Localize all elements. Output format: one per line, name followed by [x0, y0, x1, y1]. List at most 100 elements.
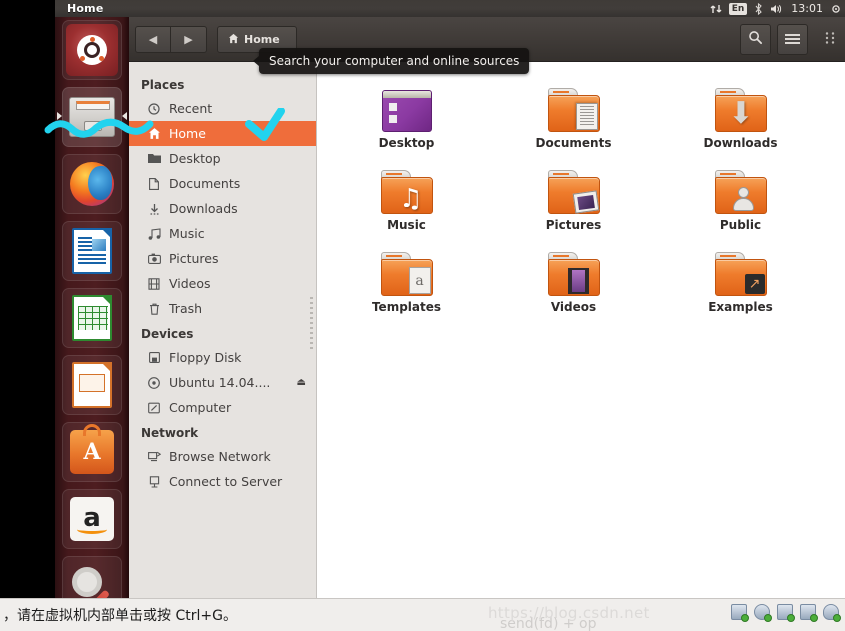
- launcher-item-firefox[interactable]: [62, 154, 122, 214]
- panel-indicator-area: En 13:01: [710, 0, 845, 17]
- main-menu-button[interactable]: [777, 24, 808, 55]
- bluetooth-icon[interactable]: [754, 2, 763, 15]
- network-icon: [147, 451, 161, 462]
- file-item-label: Desktop: [378, 136, 435, 150]
- navigation-button-group: ◀ ▶: [135, 26, 207, 53]
- file-item-label: Downloads: [703, 136, 778, 150]
- vmware-device-tray: [729, 602, 841, 622]
- toolbar-right-buttons: [734, 24, 845, 55]
- network-indicator-icon[interactable]: [710, 3, 722, 15]
- file-item-music[interactable]: ♫ Music: [329, 156, 484, 238]
- amazon-icon: a: [70, 497, 114, 541]
- clock-icon: [147, 102, 161, 115]
- camera-icon: [147, 253, 161, 264]
- folder-icon: [147, 153, 161, 164]
- search-tooltip: Search your computer and online sources: [252, 48, 530, 74]
- search-button[interactable]: [740, 24, 771, 55]
- volume-icon[interactable]: [770, 3, 784, 15]
- sidebar-item-label: Desktop: [169, 151, 221, 166]
- file-item-label: Music: [387, 218, 426, 232]
- file-item-public[interactable]: Public: [663, 156, 818, 238]
- printer-icon[interactable]: [798, 602, 818, 622]
- network-adapter-icon[interactable]: [729, 602, 749, 622]
- forward-button[interactable]: ▶: [171, 26, 207, 53]
- folder-examples-icon: ↗: [663, 246, 818, 296]
- sidebar-item-label: Pictures: [169, 251, 219, 266]
- back-button[interactable]: ◀: [135, 26, 171, 53]
- music-note-icon: [147, 227, 161, 240]
- document-icon: [147, 177, 161, 190]
- presentation-icon: [72, 362, 112, 408]
- sidebar-item-downloads[interactable]: Downloads: [129, 196, 316, 221]
- sidebar-item-label: Floppy Disk: [169, 350, 242, 365]
- sidebar-scrollbar[interactable]: [310, 297, 313, 349]
- file-item-documents[interactable]: Documents: [496, 74, 651, 156]
- sidebar-item-ubuntu-disc[interactable]: Ubuntu 14.04.... ⏏: [129, 370, 316, 395]
- sidebar-item-trash[interactable]: Trash: [129, 296, 316, 321]
- trash-icon: [147, 303, 161, 315]
- folder-pictures-icon: [496, 164, 651, 214]
- folder-music-icon: ♫: [329, 164, 484, 214]
- view-options-button[interactable]: [814, 24, 845, 55]
- launcher-item-dash-home[interactable]: [62, 20, 122, 80]
- sidebar-item-documents[interactable]: Documents: [129, 171, 316, 196]
- sidebar-item-label: Ubuntu 14.04....: [169, 375, 271, 390]
- file-item-examples[interactable]: ↗ Examples: [663, 238, 818, 320]
- keyboard-layout-indicator[interactable]: En: [728, 2, 748, 15]
- firefox-icon: [70, 162, 114, 206]
- file-item-label: Pictures: [545, 218, 602, 232]
- sidebar-item-label: Home: [169, 126, 206, 141]
- sidebar-item-desktop[interactable]: Desktop: [129, 146, 316, 171]
- icon-row: ♫ Music Pictures Public: [317, 156, 845, 238]
- sidebar-item-label: Recent: [169, 101, 213, 116]
- sidebar-heading-devices: Devices: [141, 327, 194, 341]
- sidebar-item-label: Music: [169, 226, 205, 241]
- sidebar-item-computer[interactable]: Computer: [129, 395, 316, 420]
- sidebar-item-floppy-disk[interactable]: Floppy Disk: [129, 345, 316, 370]
- file-item-templates[interactable]: a Templates: [329, 238, 484, 320]
- launcher-focused-pip-right: [122, 112, 127, 120]
- folder-videos-icon: [496, 246, 651, 296]
- shopping-bag-icon: A: [70, 424, 114, 474]
- folder-downloads-icon: ⬇: [663, 82, 818, 132]
- grid-view-icon: [824, 30, 836, 49]
- search-icon: [748, 30, 763, 49]
- launcher-item-libreoffice-impress[interactable]: [62, 355, 122, 415]
- file-item-videos[interactable]: Videos: [496, 238, 651, 320]
- file-item-desktop[interactable]: Desktop: [329, 74, 484, 156]
- sidebar-item-connect-to-server[interactable]: Connect to Server: [129, 469, 316, 494]
- file-item-label: Videos: [550, 300, 597, 314]
- launcher-item-files[interactable]: [57, 87, 127, 147]
- file-item-pictures[interactable]: Pictures: [496, 156, 651, 238]
- gear-icon[interactable]: [830, 3, 842, 15]
- folder-templates-icon: a: [329, 246, 484, 296]
- launcher-item-ubuntu-software[interactable]: A: [62, 422, 122, 482]
- sidebar-item-label: Downloads: [169, 201, 238, 216]
- file-item-downloads[interactable]: ⬇ Downloads: [663, 74, 818, 156]
- download-icon: [147, 203, 161, 215]
- sidebar-item-browse-network[interactable]: Browse Network: [129, 444, 316, 469]
- folder-public-icon: [663, 164, 818, 214]
- icon-row: Desktop Documents ⬇ Downloads: [317, 74, 845, 156]
- sidebar-item-recent[interactable]: Recent: [129, 96, 316, 121]
- breadcrumb-label: Home: [244, 33, 280, 46]
- vmware-status-message: ，请在虚拟机内部单击或按 Ctrl+G。: [3, 608, 237, 624]
- file-item-label: Examples: [708, 300, 773, 314]
- sidebar-item-videos[interactable]: Videos: [129, 271, 316, 296]
- launcher-item-amazon[interactable]: a: [62, 489, 122, 549]
- eject-button[interactable]: ⏏: [297, 377, 306, 388]
- file-item-label: Documents: [535, 136, 612, 150]
- clock-indicator[interactable]: 13:01: [791, 2, 823, 15]
- sidebar-item-music[interactable]: Music: [129, 221, 316, 246]
- launcher-item-libreoffice-calc[interactable]: [62, 288, 122, 348]
- launcher-item-libreoffice-writer[interactable]: [62, 221, 122, 281]
- icon-row: a Templates Videos ↗ Examples: [317, 238, 845, 320]
- sound-card-icon[interactable]: [821, 602, 841, 622]
- home-icon: [228, 33, 239, 47]
- sidebar-item-home[interactable]: Home: [129, 121, 316, 146]
- cd-drive-icon[interactable]: [752, 602, 772, 622]
- launcher-running-pip-left: [57, 112, 62, 120]
- screenshot-root: Home En 13:01 A a ◀ ▶ Home Places Recent…: [0, 0, 845, 631]
- usb-controller-icon[interactable]: [775, 602, 795, 622]
- sidebar-item-pictures[interactable]: Pictures: [129, 246, 316, 271]
